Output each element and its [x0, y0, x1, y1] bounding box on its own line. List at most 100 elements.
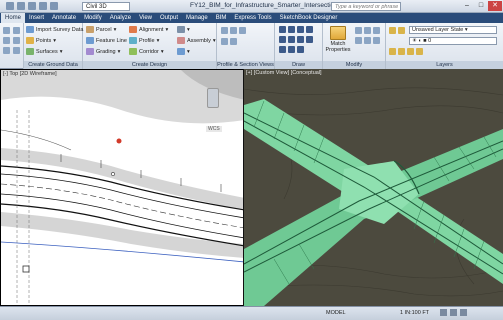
panel-profile-section-views: Profile & Section Views	[217, 23, 275, 69]
panel-title-ground[interactable]: Create Ground Data	[24, 61, 82, 69]
settings-icon[interactable]	[13, 37, 20, 44]
panel-title-profile-section[interactable]: Profile & Section Views	[217, 61, 274, 69]
prospector-icon[interactable]	[13, 47, 20, 54]
profile-button[interactable]: Profile ▾	[129, 37, 159, 44]
mass-haul-icon[interactable]	[230, 38, 237, 45]
panel-title-draw[interactable]: Draw	[275, 61, 322, 69]
line-icon[interactable]	[279, 26, 286, 33]
pipe-network-button[interactable]: ▾	[177, 48, 190, 55]
assembly-button[interactable]: Assembly ▾	[177, 37, 216, 44]
move-icon[interactable]	[279, 46, 286, 53]
mirror-icon[interactable]	[297, 46, 304, 53]
parcel-icon	[86, 26, 94, 33]
layer-match-icon[interactable]	[416, 48, 423, 55]
minimize-icon[interactable]: –	[460, 1, 474, 11]
panel-title-modify[interactable]: Modify	[323, 61, 385, 69]
copy-icon[interactable]	[288, 46, 295, 53]
tab-modify[interactable]: Modify	[80, 13, 106, 23]
points-button[interactable]: Points ▾	[26, 37, 56, 44]
assembly-icon	[177, 37, 185, 44]
panel-create-design: Parcel▾ Feature Line▾ Grading▾ Alignment…	[83, 23, 217, 69]
red-point-marker	[116, 138, 122, 144]
surfaces-button[interactable]: Surfaces ▾	[26, 48, 62, 55]
toolspace-icon[interactable]	[3, 27, 10, 34]
import-survey-data-button[interactable]: Import Survey Data	[26, 26, 83, 33]
tab-bim[interactable]: BIM	[212, 13, 231, 23]
viewport-label-left[interactable]: [-] Top [2D Wireframe]	[3, 71, 57, 77]
open-icon[interactable]	[17, 2, 25, 10]
profile-icon	[129, 37, 137, 44]
panel-tools	[0, 23, 24, 69]
tab-sketchbook-designer[interactable]: SketchBook Designer	[276, 13, 342, 23]
tab-express-tools[interactable]: Express Tools	[230, 13, 275, 23]
navigation-bar[interactable]	[207, 88, 219, 108]
close-icon[interactable]: ✕	[488, 1, 502, 11]
panel-title-layers[interactable]: Layers	[386, 61, 503, 69]
tab-home[interactable]: Home	[1, 13, 26, 23]
rotate-icon[interactable]	[364, 27, 371, 34]
alignment-button[interactable]: Alignment ▾	[129, 26, 168, 33]
properties-icon[interactable]	[13, 27, 20, 34]
block-icon[interactable]	[306, 36, 313, 43]
quick-access-toolbar[interactable]	[6, 2, 58, 10]
erase-icon[interactable]	[355, 27, 362, 34]
layer-state-dropdown[interactable]: Unsaved Layer State ▾	[409, 26, 497, 34]
arc-icon[interactable]	[306, 26, 313, 33]
layer-properties-icon[interactable]	[389, 27, 396, 34]
new-icon[interactable]	[6, 2, 14, 10]
panel-title-design[interactable]: Create Design	[83, 61, 216, 69]
layers-icon[interactable]	[3, 47, 10, 54]
feature-line-button[interactable]: Feature Line▾	[86, 37, 132, 44]
tab-insert[interactable]: Insert	[25, 13, 48, 23]
hatch-icon[interactable]	[288, 36, 295, 43]
tab-analyze[interactable]: Analyze	[106, 13, 135, 23]
palettes-icon[interactable]	[3, 37, 10, 44]
undo-icon[interactable]	[39, 2, 47, 10]
viewport-2d-plan[interactable]: [-] Top [2D Wireframe] WCS	[0, 69, 244, 306]
stretch-icon[interactable]	[364, 37, 371, 44]
model-space-button[interactable]: MODEL	[326, 309, 346, 318]
polyline-icon[interactable]	[288, 26, 295, 33]
tab-manage[interactable]: Manage	[182, 13, 212, 23]
sample-lines-icon[interactable]	[239, 27, 246, 34]
viewport-label-right[interactable]: [+] [Custom View] [Conceptual]	[246, 70, 322, 76]
status-bar: MODEL 1 IN:100 FT	[0, 306, 503, 320]
tab-annotate[interactable]: Annotate	[48, 13, 80, 23]
feature-line-icon	[86, 37, 94, 44]
current-layer-dropdown[interactable]: ☀ ◐ ■ 0	[409, 37, 497, 45]
square-marker	[22, 265, 30, 273]
maximize-icon[interactable]: □	[474, 1, 488, 11]
layer-lock-icon[interactable]	[407, 48, 414, 55]
wcs-label[interactable]: WCS	[206, 126, 222, 132]
trim-icon[interactable]	[373, 27, 380, 34]
panel-create-ground-data: Import Survey Data Points ▾ Surfaces ▾ Cre…	[24, 23, 83, 69]
circle-icon[interactable]	[297, 26, 304, 33]
redo-icon[interactable]	[50, 2, 58, 10]
layer-freeze-icon[interactable]	[389, 48, 396, 55]
tab-output[interactable]: Output	[156, 13, 182, 23]
annotation-scale[interactable]: 1 IN:100 FT	[400, 309, 429, 318]
text-icon[interactable]	[297, 36, 304, 43]
workspace-switch-icon[interactable]	[440, 309, 447, 316]
match-properties-button[interactable]: Match Properties	[325, 26, 351, 53]
grading-button[interactable]: Grading ▾	[86, 48, 120, 55]
profile-view-icon[interactable]	[221, 27, 228, 34]
save-icon[interactable]	[28, 2, 36, 10]
parcel-button[interactable]: Parcel ▾	[86, 26, 116, 33]
fillet-icon[interactable]	[373, 37, 380, 44]
tab-view[interactable]: View	[135, 13, 156, 23]
scale-icon[interactable]	[355, 37, 362, 44]
workspace-dropdown[interactable]: Civil 3D	[82, 2, 130, 11]
lock-icon[interactable]	[450, 309, 457, 316]
quantity-icon[interactable]	[221, 38, 228, 45]
clean-screen-icon[interactable]	[460, 309, 467, 316]
road-hatch-upper	[1, 148, 243, 210]
intersection-button[interactable]: ▾	[177, 26, 190, 33]
search-input[interactable]: Type a keyword or phrase	[331, 2, 401, 11]
layer-isolate-icon[interactable]	[398, 27, 405, 34]
viewport-3d-conceptual[interactable]: [+] [Custom View] [Conceptual]	[244, 69, 503, 306]
layer-off-icon[interactable]	[398, 48, 405, 55]
corridor-button[interactable]: Corridor ▾	[129, 48, 164, 55]
rectangle-icon[interactable]	[279, 36, 286, 43]
section-view-icon[interactable]	[230, 27, 237, 34]
